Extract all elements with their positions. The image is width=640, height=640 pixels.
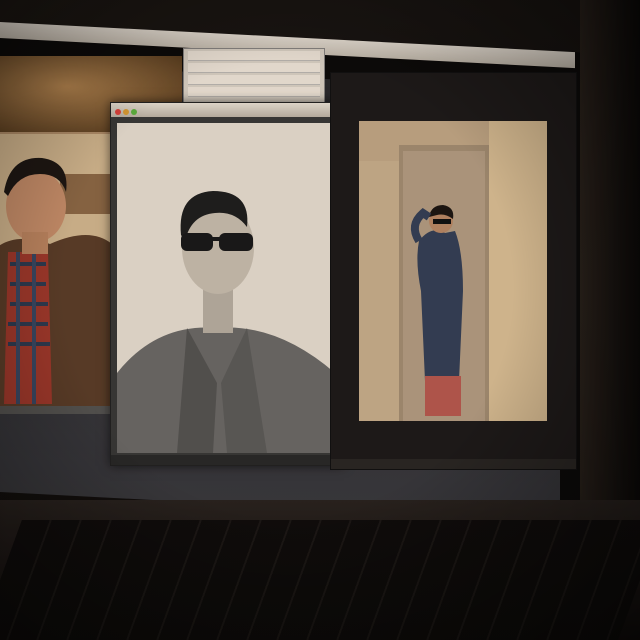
minimize-icon[interactable] xyxy=(123,109,129,115)
center-photo-window[interactable] xyxy=(110,102,344,466)
palette-row[interactable] xyxy=(188,87,320,97)
palette-row[interactable] xyxy=(188,51,320,61)
fullbody-portrait-window xyxy=(359,121,547,421)
palette-row[interactable] xyxy=(188,63,320,73)
keyboard-keys xyxy=(0,520,640,640)
close-icon[interactable] xyxy=(115,109,121,115)
right-window-statusbar xyxy=(331,459,576,469)
center-window-statusbar xyxy=(111,455,343,465)
portrait-sunglasses-bw xyxy=(117,123,335,453)
palette-row[interactable] xyxy=(188,75,320,85)
laptop-lid-edge xyxy=(580,0,640,520)
zoom-icon[interactable] xyxy=(131,109,137,115)
center-photo-canvas xyxy=(117,123,335,453)
left-photo-canvas xyxy=(0,134,112,414)
photo-scene xyxy=(0,0,640,640)
right-photo-window[interactable] xyxy=(330,72,577,470)
portrait-plaid-shirt xyxy=(0,134,112,414)
center-window-titlebar[interactable] xyxy=(111,103,343,117)
right-photo-canvas xyxy=(359,121,547,421)
